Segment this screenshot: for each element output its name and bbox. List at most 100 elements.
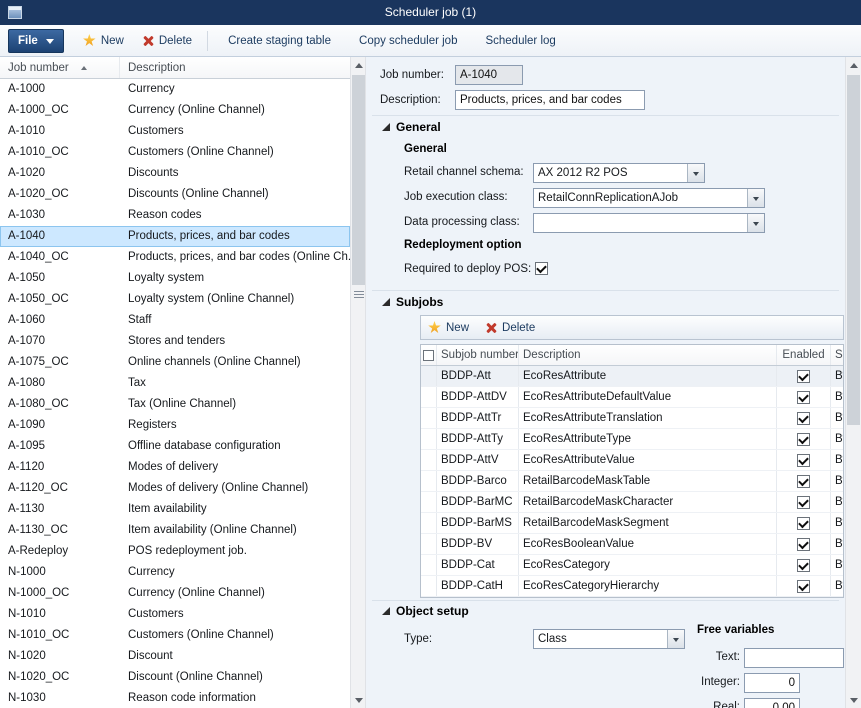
- scroll-down-button[interactable]: [351, 692, 366, 708]
- subjob-row-BDDP-AttTr[interactable]: BDDP-AttTrEcoResAttributeTranslationBy a: [421, 408, 843, 429]
- row-selector-cell[interactable]: [421, 408, 437, 428]
- chevron-down-icon[interactable]: [747, 189, 764, 207]
- job-row-A-1070[interactable]: A-1070Stores and tenders: [0, 331, 350, 352]
- toolbar-button-copy-scheduler-job[interactable]: Copy scheduler job: [345, 35, 471, 47]
- subjob-row-BDDP-Cat[interactable]: BDDP-CatEcoResCategoryBy a: [421, 555, 843, 576]
- integer-field[interactable]: [744, 673, 800, 693]
- enabled-checkbox[interactable]: [797, 433, 810, 446]
- job-number-field[interactable]: [455, 65, 523, 85]
- section-general[interactable]: General: [382, 120, 441, 134]
- detail-scrollbar[interactable]: [845, 57, 861, 708]
- row-selector-cell[interactable]: [421, 576, 437, 596]
- subjobs-delete-button[interactable]: Delete: [485, 322, 535, 334]
- scroll-up-button[interactable]: [351, 57, 366, 73]
- job-row-N-1020_OC[interactable]: N-1020_OCDiscount (Online Channel): [0, 667, 350, 688]
- job-row-A-1040_OC[interactable]: A-1040_OCProducts, prices, and bar codes…: [0, 247, 350, 268]
- file-menu-button[interactable]: File: [8, 29, 64, 53]
- row-selector-cell[interactable]: [421, 366, 437, 386]
- job-row-N-1000_OC[interactable]: N-1000_OCCurrency (Online Channel): [0, 583, 350, 604]
- job-row-A-1050[interactable]: A-1050Loyalty system: [0, 268, 350, 289]
- job-row-A-1130[interactable]: A-1130Item availability: [0, 499, 350, 520]
- job-row-N-1010_OC[interactable]: N-1010_OCCustomers (Online Channel): [0, 625, 350, 646]
- job-row-N-1030[interactable]: N-1030Reason code information: [0, 688, 350, 708]
- toolbar-button-create-staging-table[interactable]: Create staging table: [214, 35, 345, 47]
- row-selector-cell[interactable]: [421, 492, 437, 512]
- section-object-setup[interactable]: Object setup: [382, 604, 469, 618]
- retail-channel-schema-combo[interactable]: AX 2012 R2 POS: [533, 163, 705, 183]
- column-header-job-number[interactable]: Job number: [0, 57, 120, 78]
- job-row-A-1000[interactable]: A-1000Currency: [0, 79, 350, 100]
- job-row-A-1060[interactable]: A-1060Staff: [0, 310, 350, 331]
- scrollbar-thumb[interactable]: [847, 75, 860, 425]
- row-selector-cell[interactable]: [421, 555, 437, 575]
- row-selector-cell[interactable]: [421, 429, 437, 449]
- required-to-deploy-pos-checkbox[interactable]: [535, 262, 548, 275]
- enabled-checkbox[interactable]: [797, 559, 810, 572]
- job-row-N-1010[interactable]: N-1010Customers: [0, 604, 350, 625]
- enabled-checkbox[interactable]: [797, 580, 810, 593]
- toolbar-button-scheduler-log[interactable]: Scheduler log: [471, 35, 569, 47]
- job-row-N-1020[interactable]: N-1020Discount: [0, 646, 350, 667]
- scrollbar-thumb[interactable]: [352, 75, 365, 285]
- job-row-A-1030[interactable]: A-1030Reason codes: [0, 205, 350, 226]
- type-combo[interactable]: Class: [533, 629, 685, 649]
- subjob-row-BDDP-AttV[interactable]: BDDP-AttVEcoResAttributeValueBy a: [421, 450, 843, 471]
- enabled-checkbox[interactable]: [797, 454, 810, 467]
- job-row-A-1095[interactable]: A-1095Offline database configuration: [0, 436, 350, 457]
- job-row-A-1010[interactable]: A-1010Customers: [0, 121, 350, 142]
- job-row-A-1080_OC[interactable]: A-1080_OCTax (Online Channel): [0, 394, 350, 415]
- job-row-A-1000_OC[interactable]: A-1000_OCCurrency (Online Channel): [0, 100, 350, 121]
- job-row-A-1040[interactable]: A-1040Products, prices, and bar codes: [0, 226, 350, 247]
- subjob-row-BDDP-CatH[interactable]: BDDP-CatHEcoResCategoryHierarchyBy a: [421, 576, 843, 597]
- subjob-row-BDDP-AttTy[interactable]: BDDP-AttTyEcoResAttributeTypeBy a: [421, 429, 843, 450]
- job-row-A-1090[interactable]: A-1090Registers: [0, 415, 350, 436]
- delete-button[interactable]: Delete: [133, 29, 201, 53]
- subjob-row-BDDP-BarMC[interactable]: BDDP-BarMCRetailBarcodeMaskCharacterBy a: [421, 492, 843, 513]
- enabled-checkbox[interactable]: [797, 370, 810, 383]
- enabled-checkbox[interactable]: [797, 517, 810, 530]
- description-field[interactable]: [455, 90, 645, 110]
- enabled-checkbox[interactable]: [797, 538, 810, 551]
- chevron-down-icon[interactable]: [747, 214, 764, 232]
- text-field[interactable]: [744, 648, 844, 668]
- row-selector-cell[interactable]: [421, 471, 437, 491]
- job-row-A-Redeploy[interactable]: A-RedeployPOS redeployment job.: [0, 541, 350, 562]
- job-row-A-1120_OC[interactable]: A-1120_OCModes of delivery (Online Chann…: [0, 478, 350, 499]
- enabled-checkbox[interactable]: [797, 391, 810, 404]
- data-processing-class-combo[interactable]: [533, 213, 765, 233]
- job-row-N-1000[interactable]: N-1000Currency: [0, 562, 350, 583]
- job-row-A-1020[interactable]: A-1020Discounts: [0, 163, 350, 184]
- new-button[interactable]: New: [74, 29, 133, 53]
- job-row-A-1130_OC[interactable]: A-1130_OCItem availability (Online Chann…: [0, 520, 350, 541]
- subjob-row-BDDP-BarMS[interactable]: BDDP-BarMSRetailBarcodeMaskSegmentBy a: [421, 513, 843, 534]
- row-selector-cell[interactable]: [421, 387, 437, 407]
- chevron-down-icon[interactable]: [667, 630, 684, 648]
- real-field[interactable]: [744, 698, 800, 708]
- select-all-checkbox[interactable]: [423, 350, 434, 361]
- enabled-checkbox[interactable]: [797, 412, 810, 425]
- column-header-sub[interactable]: Sub: [831, 345, 843, 365]
- section-subjobs[interactable]: Subjobs: [382, 295, 443, 309]
- column-header-subjob-description[interactable]: Description: [519, 345, 777, 365]
- job-row-A-1010_OC[interactable]: A-1010_OCCustomers (Online Channel): [0, 142, 350, 163]
- job-row-A-1075_OC[interactable]: A-1075_OCOnline channels (Online Channel…: [0, 352, 350, 373]
- column-header-subjob-number[interactable]: Subjob number: [437, 345, 519, 365]
- job-list-scrollbar[interactable]: [350, 57, 366, 708]
- scroll-up-button[interactable]: [846, 57, 861, 73]
- job-row-A-1020_OC[interactable]: A-1020_OCDiscounts (Online Channel): [0, 184, 350, 205]
- job-row-A-1080[interactable]: A-1080Tax: [0, 373, 350, 394]
- job-row-A-1120[interactable]: A-1120Modes of delivery: [0, 457, 350, 478]
- row-selector-cell[interactable]: [421, 450, 437, 470]
- chevron-down-icon[interactable]: [687, 164, 704, 182]
- scroll-down-button[interactable]: [846, 692, 861, 708]
- job-row-A-1050_OC[interactable]: A-1050_OCLoyalty system (Online Channel): [0, 289, 350, 310]
- job-execution-class-combo[interactable]: RetailConnReplicationAJob: [533, 188, 765, 208]
- subjob-row-BDDP-Barco[interactable]: BDDP-BarcoRetailBarcodeMaskTableBy a: [421, 471, 843, 492]
- enabled-checkbox[interactable]: [797, 496, 810, 509]
- splitter-grip[interactable]: [354, 289, 364, 300]
- column-header-description[interactable]: Description: [120, 57, 350, 78]
- subjob-row-BDDP-BV[interactable]: BDDP-BVEcoResBooleanValueBy a: [421, 534, 843, 555]
- row-selector-cell[interactable]: [421, 534, 437, 554]
- subjob-row-BDDP-Att[interactable]: BDDP-AttEcoResAttributeBy a: [421, 366, 843, 387]
- column-header-enabled[interactable]: Enabled: [777, 345, 831, 365]
